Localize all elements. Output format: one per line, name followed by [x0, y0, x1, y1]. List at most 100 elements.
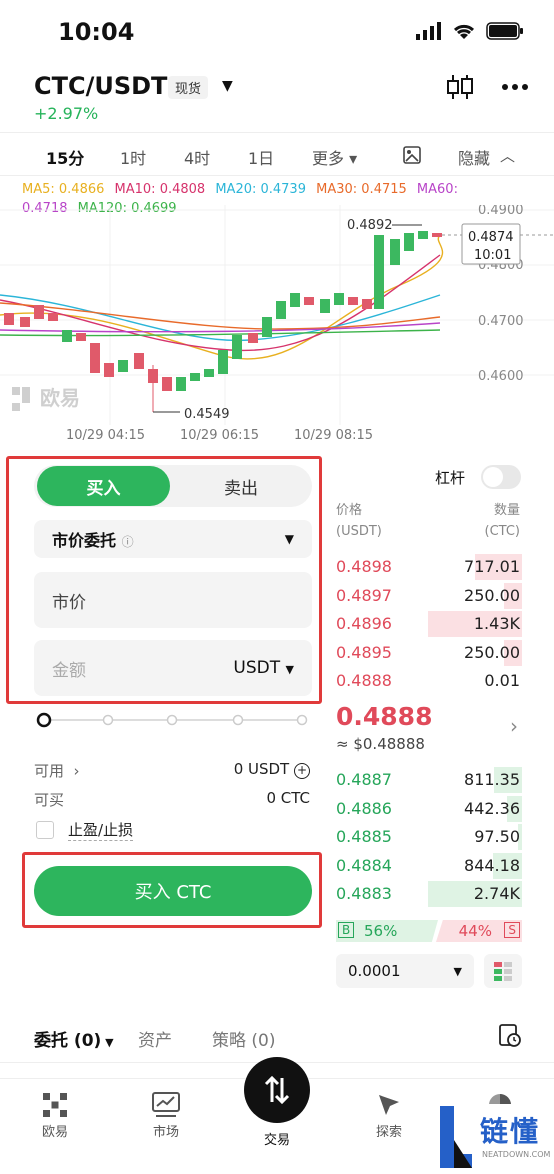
bid-row[interactable]: 0.4887 811.35: [334, 766, 522, 794]
ask-price: 0.4896: [336, 614, 392, 633]
buyable-value: 0 CTC: [266, 789, 310, 807]
chart-settings-icon[interactable]: [402, 145, 422, 165]
tab-1d[interactable]: 1日: [248, 145, 274, 169]
time-label-3: 10/29 08:15: [294, 428, 373, 443]
available-value: 0 USDT +: [234, 760, 310, 779]
sell-tag: S: [504, 922, 520, 938]
bid-qty: 811.35: [464, 770, 520, 789]
ask-row[interactable]: 0.4896 1.43K: [334, 610, 522, 638]
buy-sell-ratio: B 56% 44% S: [336, 920, 522, 942]
bid-row[interactable]: 0.4883 2.74K: [334, 880, 522, 908]
tab-4h[interactable]: 4时: [184, 145, 210, 169]
bottom-tabs: 委托 (0) ▼ 资产 策略 (0): [34, 1022, 524, 1052]
tab-hide[interactable]: 隐藏: [458, 145, 490, 169]
bid-row[interactable]: 0.4885 97.50: [334, 823, 522, 851]
battery-icon: [486, 22, 523, 40]
bid-qty: 2.74K: [473, 884, 520, 903]
market-price-field[interactable]: 市价: [34, 572, 312, 628]
bid-price: 0.4886: [336, 798, 392, 818]
price-label-4: 0.4600: [478, 369, 524, 384]
brand-domain: NEATDOWN.COM: [482, 1150, 551, 1159]
add-icon[interactable]: +: [294, 763, 310, 779]
ask-qty: 0.01: [484, 671, 520, 690]
tpsl-label: 止盈/止损: [68, 821, 134, 841]
signal-icon: [416, 22, 441, 40]
amount-placeholder: 金额: [52, 660, 86, 681]
price-chart[interactable]: 0.4892 0.4549 0.4900 0.4800 0.4700 0.460…: [0, 205, 554, 445]
time-label-2: 10/29 06:15: [180, 428, 259, 443]
bid-qty: 844.18: [464, 855, 520, 875]
chevron-right-icon[interactable]: ›: [510, 714, 518, 738]
trade-icon[interactable]: [244, 1057, 310, 1123]
brand-name: 链懂: [480, 1115, 541, 1148]
ask-price: 0.4888: [336, 671, 392, 690]
buy-ctc-button[interactable]: 买入 CTC: [34, 866, 312, 916]
chart-high-label: 0.4892: [347, 218, 393, 233]
nav-market[interactable]: 市场: [126, 1089, 206, 1140]
ask-row[interactable]: 0.4895 250.00: [334, 639, 522, 667]
more-icon[interactable]: [502, 83, 528, 91]
book-layout-icon[interactable]: [484, 954, 522, 988]
buy-ratio: 56%: [364, 922, 398, 940]
header-actions: [446, 74, 528, 100]
nav-trade[interactable]: 交易: [237, 1129, 317, 1148]
amount-input[interactable]: 金额 USDT ▼: [34, 640, 312, 696]
qty-header: 数量 (CTC): [484, 503, 520, 539]
ask-qty: 250.00: [464, 585, 520, 605]
amount-slider[interactable]: [36, 712, 308, 728]
current-price-tag: 0.4874: [468, 230, 514, 245]
ask-qty: 250.00: [464, 642, 520, 662]
ask-row[interactable]: 0.4888 0.01: [334, 667, 522, 695]
wifi-icon: [453, 24, 475, 39]
precision-select[interactable]: 0.0001 ▼: [336, 954, 474, 988]
bid-row[interactable]: 0.4884 844.18: [334, 852, 522, 880]
bid-price: 0.4887: [336, 770, 392, 789]
ask-row[interactable]: 0.4897 250.00: [334, 582, 522, 610]
candlestick-icon[interactable]: [446, 74, 474, 100]
leverage-toggle[interactable]: [481, 465, 521, 489]
sell-tab[interactable]: 卖出: [170, 466, 312, 506]
nav-explore[interactable]: 探索: [349, 1089, 429, 1140]
available-label[interactable]: 可用 ›: [34, 760, 80, 781]
history-icon[interactable]: [498, 1022, 522, 1048]
bid-row[interactable]: 0.4886 442.36: [334, 795, 522, 823]
status-time: 10:04: [58, 18, 135, 46]
chart-watermark: 欧易: [40, 386, 80, 410]
sell-ratio: 44%: [458, 922, 492, 940]
ask-price: 0.4898: [336, 557, 392, 576]
tab-orders[interactable]: 委托 (0) ▼: [34, 1026, 114, 1051]
chevron-up-icon[interactable]: ︿: [500, 145, 515, 166]
brand-logo-icon: [440, 1106, 472, 1168]
timeframe-tabs: 15分 1时 4时 1日 更多 ▾ 隐藏 ︿: [0, 132, 554, 176]
bid-price: 0.4884: [336, 855, 392, 875]
ask-row[interactable]: 0.4898 717.01: [334, 553, 522, 581]
last-price-usd: ≈ $0.48888: [336, 735, 425, 753]
info-icon[interactable]: ⓘ: [122, 535, 134, 549]
tab-1h[interactable]: 1时: [120, 145, 146, 169]
pair-dropdown-icon[interactable]: ▼: [222, 78, 233, 94]
status-icons: [416, 22, 524, 40]
ma5: MA5: 0.4866: [22, 182, 105, 197]
chart-low-label: 0.4549: [184, 407, 230, 422]
caret-down-icon: ▼: [284, 532, 294, 546]
tab-15m[interactable]: 15分: [46, 145, 84, 169]
market-chart-icon: [152, 1092, 180, 1117]
buy-tag: B: [338, 922, 355, 938]
tab-more[interactable]: 更多 ▾: [312, 145, 357, 169]
ma20: MA20: 0.4739: [215, 182, 306, 197]
buyable-label: 可买: [34, 791, 65, 809]
tpsl-checkbox[interactable]: [36, 821, 54, 839]
amount-unit-select[interactable]: USDT ▼: [233, 658, 294, 678]
brand-watermark: 链懂 NEATDOWN.COM: [436, 1104, 554, 1174]
pair-title[interactable]: CTC/USDT: [34, 72, 167, 100]
price-change: +2.97%: [34, 104, 99, 123]
price-header: 价格 (USDT): [336, 503, 382, 539]
nav-home[interactable]: 欧易: [15, 1089, 95, 1140]
order-type-select[interactable]: 市价委托 ⓘ ▼: [34, 520, 312, 558]
tab-strategy[interactable]: 策略 (0): [212, 1026, 275, 1051]
ask-qty: 1.43K: [473, 614, 520, 633]
buy-tab[interactable]: 买入: [37, 466, 170, 506]
tab-assets[interactable]: 资产: [138, 1026, 172, 1051]
last-price: 0.4888: [336, 702, 433, 731]
price-label-1: 0.4900: [478, 205, 524, 218]
